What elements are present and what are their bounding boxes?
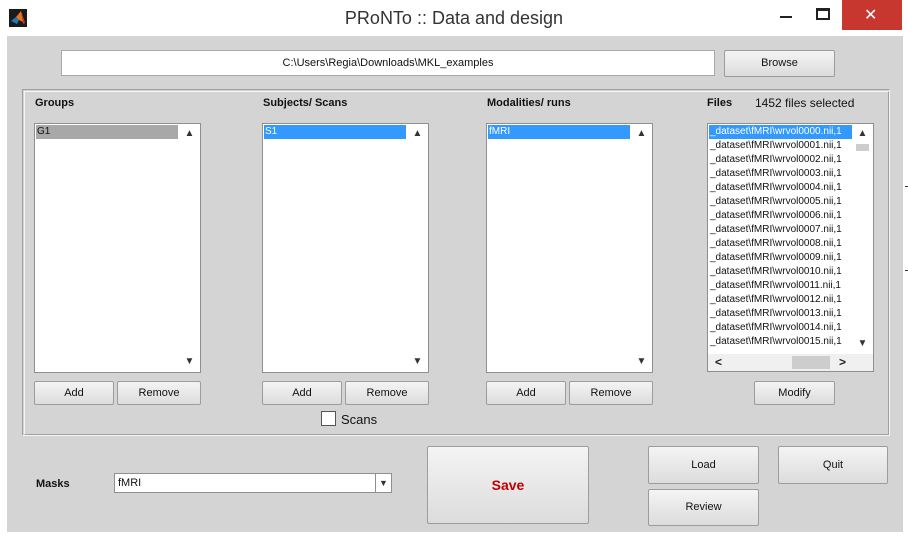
groups-list[interactable]: G1 ▲ ▼	[34, 123, 201, 373]
modify-button[interactable]: Modify	[754, 381, 835, 405]
file-list-item[interactable]: _dataset\fMRI\wrvol0011.nii,1	[709, 279, 852, 293]
minimize-button[interactable]	[768, 0, 804, 30]
scroll-right-icon[interactable]: >	[834, 354, 851, 371]
list-item[interactable]: G1	[36, 125, 178, 139]
groups-remove-button[interactable]: Remove	[117, 381, 201, 405]
subjects-add-button[interactable]: Add	[262, 381, 342, 405]
file-list-item[interactable]: _dataset\fMRI\wrvol0004.nii,1	[709, 181, 852, 195]
file-list-item[interactable]: _dataset\fMRI\wrvol0007.nii,1	[709, 223, 852, 237]
list-item[interactable]: S1	[264, 125, 406, 139]
scroll-left-icon[interactable]: <	[710, 354, 727, 371]
file-list-item[interactable]: _dataset\fMRI\wrvol0005.nii,1	[709, 195, 852, 209]
groups-add-button[interactable]: Add	[34, 381, 114, 405]
title-bar: PRoNTo :: Data and design ✕	[0, 0, 908, 36]
list-item[interactable]: fMRI	[488, 125, 630, 139]
groups-label: Groups	[35, 97, 75, 109]
modalities-remove-button[interactable]: Remove	[569, 381, 653, 405]
file-list-item[interactable]: _dataset\fMRI\wrvol0001.nii,1	[709, 139, 852, 153]
quit-button[interactable]: Quit	[778, 446, 888, 484]
scroll-up-icon[interactable]: ▲	[179, 126, 200, 142]
review-button[interactable]: Review	[648, 489, 759, 526]
subjects-label: Subjects/ Scans	[263, 97, 348, 109]
file-list-item[interactable]: _dataset\fMRI\wrvol0006.nii,1	[709, 209, 852, 223]
file-list-item[interactable]: _dataset\fMRI\wrvol0015.nii,1	[709, 335, 852, 349]
file-list-item[interactable]: _dataset\fMRI\wrvol0014.nii,1	[709, 321, 852, 335]
window-edge	[903, 36, 908, 537]
modalities-list[interactable]: fMRI ▲ ▼	[486, 123, 653, 373]
files-horizontal-scrollbar[interactable]: < >	[708, 354, 873, 371]
file-list-item[interactable]: _dataset\fMRI\wrvol0003.nii,1	[709, 167, 852, 181]
subjects-scrollbar[interactable]: ▲ ▼	[407, 124, 428, 372]
file-list-item[interactable]: _dataset\fMRI\wrvol0010.nii,1	[709, 265, 852, 279]
files-count-text: 1452 files selected	[755, 96, 855, 110]
close-icon: ✕	[864, 7, 878, 24]
masks-label: Masks	[36, 478, 70, 490]
browse-button[interactable]: Browse	[724, 50, 835, 77]
groups-scrollbar[interactable]: ▲ ▼	[179, 124, 200, 372]
file-list-item[interactable]: _dataset\fMRI\wrvol0000.nii,1	[709, 125, 852, 139]
files-list[interactable]: _dataset\fMRI\wrvol0000.nii,1 _dataset\fM…	[707, 123, 874, 372]
main-panel: C:\Users\Regia\Downloads\MKL_examples Br…	[7, 36, 903, 532]
close-button[interactable]: ✕	[842, 0, 902, 30]
minimize-icon	[780, 16, 792, 18]
save-button[interactable]: Save	[427, 446, 589, 524]
modalities-scrollbar[interactable]: ▲ ▼	[631, 124, 652, 372]
subjects-list[interactable]: S1 ▲ ▼	[262, 123, 429, 373]
scroll-down-icon[interactable]: ▼	[179, 354, 200, 370]
scroll-thumb[interactable]	[792, 356, 830, 369]
scroll-up-icon[interactable]: ▲	[407, 126, 428, 142]
masks-selected-value: fMRI	[118, 477, 142, 489]
file-list-item[interactable]: _dataset\fMRI\wrvol0002.nii,1	[709, 153, 852, 167]
scroll-up-icon[interactable]: ▲	[852, 126, 873, 142]
scroll-down-icon[interactable]: ▼	[407, 354, 428, 370]
masks-select[interactable]: fMRI ▼	[114, 473, 392, 493]
modalities-add-button[interactable]: Add	[486, 381, 566, 405]
subjects-remove-button[interactable]: Remove	[345, 381, 429, 405]
maximize-button[interactable]	[804, 0, 842, 30]
file-list-item[interactable]: _dataset\fMRI\wrvol0009.nii,1	[709, 251, 852, 265]
files-label: Files	[707, 97, 733, 109]
data-path-field[interactable]: C:\Users\Regia\Downloads\MKL_examples	[61, 50, 715, 76]
scans-checkbox[interactable]	[321, 411, 336, 426]
scans-checkbox-label: Scans	[341, 412, 378, 427]
chevron-down-icon[interactable]: ▼	[375, 474, 391, 492]
modalities-label: Modalities/ runs	[487, 97, 571, 109]
scroll-thumb[interactable]	[856, 144, 869, 151]
scroll-up-icon[interactable]: ▲	[631, 126, 652, 142]
file-list-item[interactable]: _dataset\fMRI\wrvol0008.nii,1	[709, 237, 852, 251]
scroll-down-icon[interactable]: ▼	[631, 354, 652, 370]
file-list-item[interactable]: _dataset\fMRI\wrvol0012.nii,1	[709, 293, 852, 307]
files-vertical-scrollbar[interactable]: ▲ ▼	[852, 124, 873, 354]
file-list-item[interactable]: _dataset\fMRI\wrvol0013.nii,1	[709, 307, 852, 321]
load-button[interactable]: Load	[648, 446, 759, 484]
scroll-down-icon[interactable]: ▼	[852, 336, 873, 352]
maximize-icon	[816, 8, 830, 20]
